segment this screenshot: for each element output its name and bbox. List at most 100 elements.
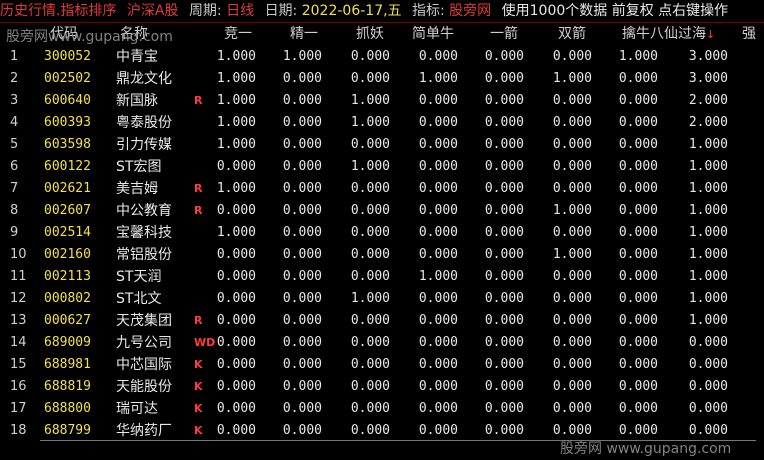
indicator-value: 0.000: [552, 379, 592, 394]
stock-name: ST宏图: [116, 159, 162, 175]
indicator-value: 1.000: [688, 291, 728, 306]
row-index: 9: [10, 225, 19, 240]
table-row[interactable]: 17 688800 瑞可达 K 0.000 0.000 0.000 0.000 0.000 0.0…: [0, 398, 764, 420]
indicator-value: 0.000: [484, 159, 524, 174]
indicator-value: 0.000: [688, 357, 728, 372]
indicator-value: 0.000: [282, 159, 322, 174]
table-row[interactable]: 11 002113 ST天润 0.000 0.000 0.000 1.000 0.000 0.0…: [0, 266, 764, 288]
table-row[interactable]: 16 688819 天能股份 K 0.000 0.000 0.000 0.000 0.000 0.…: [0, 376, 764, 398]
stock-name: 华纳药厂: [116, 423, 172, 439]
indicator-value: 1.000: [688, 203, 728, 218]
col-jiandanniu[interactable]: 简单牛: [412, 23, 454, 45]
table-row[interactable]: 7 002621 美吉姆 R 1.000 0.000 0.000 0.000 0.000 0.00…: [0, 178, 764, 200]
indicator-value: 0.000: [618, 137, 658, 152]
indicator-value: 0.000: [418, 181, 458, 196]
indicator-value: 0.000: [350, 269, 390, 284]
indicator-value: 0.000: [282, 401, 322, 416]
indicator-value: 0.000: [418, 159, 458, 174]
indicator-value: 0.000: [350, 181, 390, 196]
indicator-value: 0.000: [418, 137, 458, 152]
indicator-value: 0.000: [418, 423, 458, 438]
indicator-value: 0.000: [216, 357, 256, 372]
indicator-value: 0.000: [350, 247, 390, 262]
col-yijian[interactable]: 一箭: [490, 23, 518, 45]
table-row[interactable]: 6 600122 ST宏图 0.000 0.000 1.000 0.000 0.000 0.00…: [0, 156, 764, 178]
indicator-value: 1.000: [350, 93, 390, 108]
indicator-value: 0.000: [552, 49, 592, 64]
stock-name: 宝馨科技: [116, 225, 172, 241]
indicator-value: 0.000: [484, 49, 524, 64]
table-row[interactable]: 4 600393 粤泰股份 1.000 0.000 1.000 0.000 0.000 0.00…: [0, 112, 764, 134]
indicator-value: 0.000: [484, 247, 524, 262]
table-row[interactable]: 3 600640 新国脉 R 1.000 0.000 1.000 0.000 0.000 0.00…: [0, 90, 764, 112]
row-index: 6: [10, 159, 19, 174]
indicator-value: 0.000: [418, 379, 458, 394]
indicator-value: 0.000: [484, 137, 524, 152]
indicator-value[interactable]: 股旁网: [449, 3, 491, 19]
col-qinniu-label: 擒牛八仙过海: [622, 26, 706, 42]
indicator-value: 0.000: [618, 115, 658, 130]
stock-code: 002514: [44, 225, 91, 240]
table-row[interactable]: 2 002502 鼎龙文化 1.000 0.000 0.000 1.000 0.000 1.00…: [0, 68, 764, 90]
indicator-value: 1.000: [552, 247, 592, 262]
stock-name: 九号公司: [116, 335, 172, 351]
table-row[interactable]: 14 689009 九号公司 WD 0.000 0.000 0.000 0.000 0.000 0…: [0, 332, 764, 354]
table-row[interactable]: 10 002160 常铝股份 0.000 0.000 0.000 0.000 0.000 1.0…: [0, 244, 764, 266]
indicator-value: 0.000: [282, 335, 322, 350]
row-index: 3: [10, 93, 19, 108]
indicator-value: 0.000: [282, 313, 322, 328]
indicator-value: 0.000: [282, 247, 322, 262]
market-selector[interactable]: 沪深A股: [127, 3, 179, 19]
indicator-value: 0.000: [552, 335, 592, 350]
indicator-value: 3.000: [688, 71, 728, 86]
data-table: 1 300052 中青宝 1.000 1.000 0.000 0.000 0.000 0.000…: [0, 46, 764, 442]
indicator-value: 0.000: [282, 269, 322, 284]
indicator-value: 0.000: [350, 379, 390, 394]
period-value[interactable]: 日线: [226, 3, 254, 19]
stock-name: 中青宝: [116, 49, 158, 65]
stock-name: 引力传媒: [116, 137, 172, 153]
table-row[interactable]: 8 002607 中公教育 R 0.000 0.000 0.000 0.000 0.000 1.0…: [0, 200, 764, 222]
indicator-value: 1.000: [216, 225, 256, 240]
indicator-value: 1.000: [350, 291, 390, 306]
indicator-value: 0.000: [418, 93, 458, 108]
watermark-bottom: 股旁网 www.gupang.com: [560, 441, 732, 457]
col-shuangjian[interactable]: 双箭: [558, 23, 586, 45]
table-row[interactable]: 15 688981 中芯国际 K 0.000 0.000 0.000 0.000 0.000 0.…: [0, 354, 764, 376]
row-index: 14: [10, 335, 27, 350]
indicator-value: 0.000: [282, 71, 322, 86]
col-qinniu[interactable]: 擒牛八仙过海↓: [622, 23, 715, 46]
indicator-value: 0.000: [552, 291, 592, 306]
table-row[interactable]: 13 000627 天茂集团 R 0.000 0.000 0.000 0.000 0.000 0.…: [0, 310, 764, 332]
stock-name: 瑞可达: [116, 401, 158, 417]
indicator-value: 0.000: [418, 313, 458, 328]
table-row[interactable]: 5 603598 引力传媒 1.000 0.000 0.000 0.000 0.000 0.00…: [0, 134, 764, 156]
row-index: 13: [10, 313, 27, 328]
indicator-value: 0.000: [484, 313, 524, 328]
indicator-value: 0.000: [618, 401, 658, 416]
stock-name: 中公教育: [116, 203, 172, 219]
table-row[interactable]: 9 002514 宝馨科技 1.000 0.000 0.000 0.000 0.000 0.00…: [0, 222, 764, 244]
stock-name: ST北文: [116, 291, 162, 307]
col-jingyi2[interactable]: 精一: [290, 23, 318, 45]
row-index: 12: [10, 291, 27, 306]
indicator-value: 0.000: [418, 247, 458, 262]
indicator-value: 0.000: [282, 203, 322, 218]
indicator-value: 0.000: [552, 115, 592, 130]
indicator-value: 0.000: [484, 423, 524, 438]
stock-name: 天能股份: [116, 379, 172, 395]
col-qiang[interactable]: 强: [742, 23, 756, 45]
indicator-value: 0.000: [216, 379, 256, 394]
table-row[interactable]: 12 000802 ST北文 0.000 0.000 1.000 0.000 0.000 0.0…: [0, 288, 764, 310]
indicator-value: 0.000: [350, 335, 390, 350]
col-jingyi[interactable]: 竞一: [224, 23, 252, 45]
col-zhuayao[interactable]: 抓妖: [356, 23, 384, 45]
date-value[interactable]: 2022-06-17,五: [302, 3, 402, 19]
indicator-value: 0.000: [216, 401, 256, 416]
indicator-value: 0.000: [552, 137, 592, 152]
indicator-value: 0.000: [484, 357, 524, 372]
indicator-value: 0.000: [484, 181, 524, 196]
indicator-value: 0.000: [350, 137, 390, 152]
date-label: 日期:: [264, 3, 298, 19]
table-row[interactable]: 1 300052 中青宝 1.000 1.000 0.000 0.000 0.000 0.000…: [0, 46, 764, 68]
